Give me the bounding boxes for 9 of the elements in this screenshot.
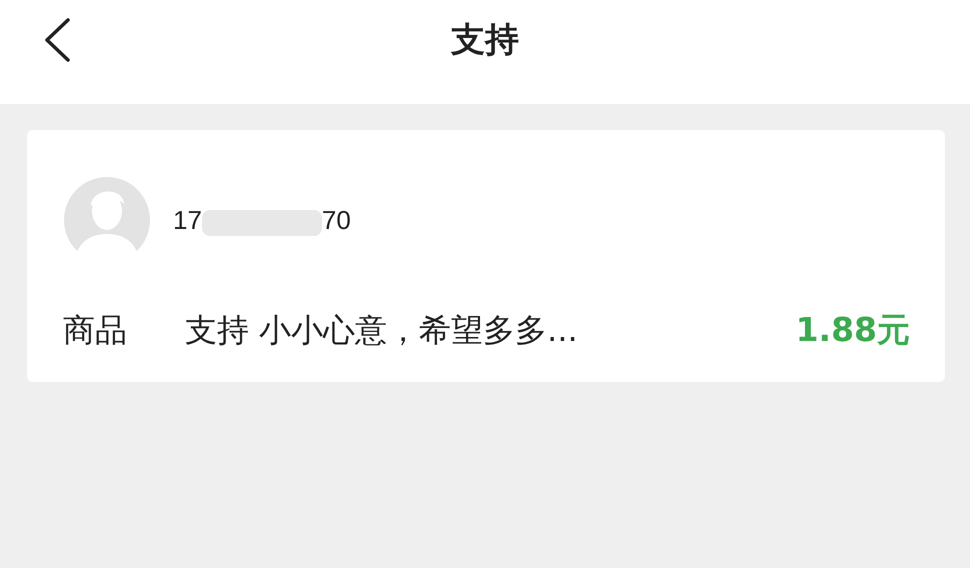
item-label: 商品 xyxy=(63,310,128,350)
phone-number-end: 70 xyxy=(322,204,351,236)
phone-number-start: 17 xyxy=(173,204,202,236)
avatar-icon xyxy=(63,176,151,264)
back-button[interactable] xyxy=(42,16,72,64)
item-description: 支持 小小心意，希望多多... xyxy=(185,310,579,350)
page-title: 支持 xyxy=(451,19,519,62)
back-chevron-icon xyxy=(42,16,72,64)
item-amount: 1.88元 xyxy=(796,309,910,351)
